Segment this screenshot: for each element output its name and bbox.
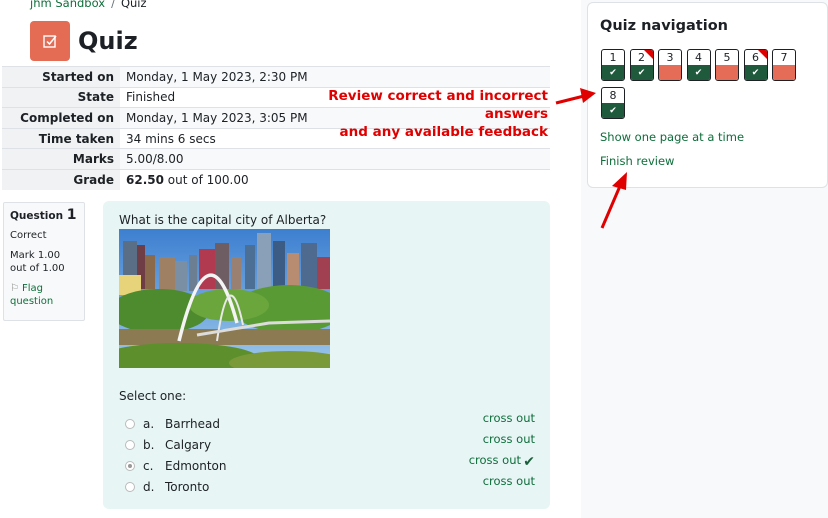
arrow-to-finish-review-icon [600,172,627,229]
annotation-arrows [555,88,627,229]
arrow-to-nav-icon [555,88,596,105]
